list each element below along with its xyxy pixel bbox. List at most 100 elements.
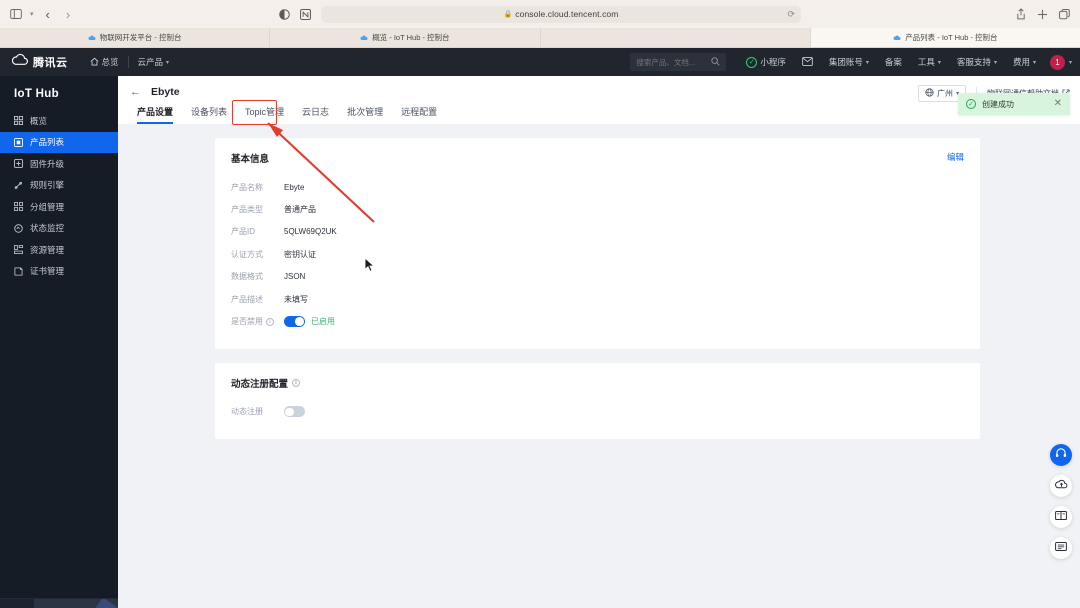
notion-extension-icon[interactable]: [300, 8, 311, 20]
book-icon: [1055, 508, 1067, 526]
sidebar-toggle-icon[interactable]: [10, 9, 22, 19]
browser-tab[interactable]: 概览 - IoT Hub - 控制台: [270, 28, 541, 47]
info-row-auth-type: 认证方式 密钥认证: [231, 243, 964, 265]
lock-icon: 🔒: [503, 11, 513, 18]
avatar[interactable]: 1: [1049, 54, 1065, 70]
info-label: 产品ID: [231, 227, 255, 237]
dynamic-register-title: 动态注册配置 i: [231, 376, 964, 390]
forward-arrow-icon[interactable]: ›: [62, 7, 74, 22]
billing-menu[interactable]: 费用 ▾: [1005, 56, 1044, 68]
url-text: console.cloud.tencent.com: [515, 9, 619, 19]
region-label: 广州: [936, 89, 953, 98]
browser-tab-title: 物联网开发平台 - 控制台: [99, 33, 182, 42]
floating-action-buttons: [1050, 444, 1072, 559]
rule-engine-icon: [14, 181, 23, 190]
tab-product-settings[interactable]: 产品设置: [128, 105, 182, 124]
tab-topic-management[interactable]: Topic管理: [236, 105, 293, 124]
tab-device-list[interactable]: 设备列表: [182, 105, 236, 124]
sidebar-item-resource-management[interactable]: 资源管理: [0, 239, 118, 261]
global-search[interactable]: [630, 53, 727, 71]
info-icon[interactable]: i: [292, 378, 301, 387]
back-icon[interactable]: ←: [130, 86, 141, 98]
sidebar-item-product-list[interactable]: 产品列表: [0, 131, 118, 153]
group-account-menu[interactable]: 集团账号 ▾: [821, 56, 877, 68]
info-label: 产品类型: [231, 205, 263, 215]
share-icon[interactable]: [1016, 8, 1026, 20]
disable-toggle[interactable]: [284, 316, 305, 328]
sidebar-item-label: 规则引擎: [30, 180, 65, 191]
browser-tab-title: 概览 - IoT Hub - 控制台: [372, 33, 450, 42]
tab-label: Topic管理: [245, 107, 285, 117]
sidebar-item-label: 证书管理: [30, 266, 65, 277]
sidebar-item-firmware-upgrade[interactable]: 固件升级: [0, 153, 118, 175]
beian-link[interactable]: 备案: [877, 56, 910, 68]
sidebar-item-overview[interactable]: 概览: [0, 110, 118, 132]
group-management-icon: [14, 202, 23, 212]
chevron-down-icon[interactable]: ▾: [1069, 59, 1072, 66]
tab-batch-management[interactable]: 批次管理: [338, 105, 392, 124]
info-value: 5QLW69Q2UK: [284, 227, 337, 237]
feedback-upload-button[interactable]: [1050, 475, 1072, 497]
task-list-button[interactable]: [1050, 537, 1072, 559]
mail-icon: [802, 56, 813, 68]
tools-menu[interactable]: 工具 ▾: [910, 56, 949, 68]
support-chat-button[interactable]: [1050, 444, 1072, 466]
browser-tab[interactable]: 物联网开发平台 - 控制台: [0, 28, 271, 47]
sidebar-item-label: 固件升级: [30, 158, 65, 169]
sidebar-item-status-monitor[interactable]: 状态监控: [0, 218, 118, 240]
sidebar-menu: 概览 产品列表 固件升级 规则引擎 分组管理 状态监控 资源管理 证书管理: [0, 110, 118, 282]
miniprogram-link[interactable]: ✓ 小程序: [738, 56, 794, 68]
browser-window: ▾ ‹ › 🔒 console.cloud.tencent.com ⟳ 物联网开…: [0, 0, 1080, 608]
address-bar[interactable]: 🔒 console.cloud.tencent.com ⟳: [321, 5, 801, 23]
group-account-label: 集团账号: [828, 57, 863, 67]
mail-button[interactable]: [794, 56, 821, 68]
info-label: 产品描述: [231, 294, 263, 304]
browser-toolbar: ▾ ‹ › 🔒 console.cloud.tencent.com ⟳: [0, 0, 1080, 28]
main-content: ← Ebyte 产品设置 设备列表 Topic管理 云日志 批次管理 远程配置 …: [118, 76, 1080, 608]
back-arrow-icon[interactable]: ‹: [42, 7, 54, 22]
browser-tab-title: 产品列表 - IoT Hub - 控制台: [905, 33, 998, 42]
rate-product-button[interactable]: 给产品打个分: [34, 599, 118, 608]
info-value: JSON: [284, 272, 306, 282]
header-divider: [127, 56, 129, 68]
info-row-product-id: 产品ID 5QLW69Q2UK: [231, 221, 964, 243]
miniprogram-icon: ✓: [746, 56, 758, 68]
browser-tab[interactable]: [540, 28, 811, 47]
resource-management-icon: [14, 245, 23, 255]
info-value: 密钥认证: [284, 249, 316, 259]
cloud-products-menu[interactable]: 云产品 ▾: [138, 56, 170, 68]
success-check-icon: ✓: [966, 99, 976, 109]
reload-icon[interactable]: ⟳: [787, 9, 795, 20]
tab-label: 云日志: [302, 107, 330, 117]
tab-label: 远程配置: [401, 107, 438, 117]
browser-tab-active[interactable]: 产品列表 - IoT Hub - 控制台: [810, 28, 1080, 47]
tabs-overview-icon[interactable]: [1059, 8, 1070, 20]
reader-view-icon[interactable]: [279, 8, 290, 20]
sidebar-item-rule-engine[interactable]: 规则引擎: [0, 175, 118, 197]
toggle-knob: [295, 317, 304, 326]
sidebar-item-group-management[interactable]: 分组管理: [0, 196, 118, 218]
logo-text: 腾讯云: [33, 57, 68, 69]
search-icon[interactable]: [711, 56, 720, 68]
home-link[interactable]: 总览: [90, 56, 119, 68]
tab-remote-config[interactable]: 远程配置: [392, 105, 446, 124]
content-area: 基本信息 编辑 产品名称 Ebyte 产品类型 普通产品 产品ID 5QLW69…: [118, 124, 1080, 440]
documentation-button[interactable]: [1050, 506, 1072, 528]
tencent-cloud-logo[interactable]: 腾讯云: [11, 53, 68, 71]
sidebar-item-certificate-management[interactable]: 证书管理: [0, 261, 118, 283]
chevron-down-icon: ▾: [1032, 59, 1036, 66]
new-tab-icon[interactable]: [1037, 9, 1048, 20]
dynamic-register-toggle[interactable]: [284, 406, 305, 418]
sidebar-footer: 给产品打个分: [0, 598, 118, 608]
support-menu[interactable]: 客服支持 ▾: [949, 56, 1005, 68]
tab-cloud-log[interactable]: 云日志: [293, 105, 338, 124]
search-input[interactable]: [636, 57, 711, 67]
close-icon[interactable]: ✕: [1054, 99, 1062, 109]
info-icon[interactable]: i: [266, 317, 274, 326]
tab-label: 批次管理: [347, 107, 384, 117]
chevron-down-icon[interactable]: ▾: [30, 10, 34, 18]
cloud-favicon-icon: [893, 34, 901, 42]
cloud-logo-icon: [11, 53, 28, 71]
certificate-management-icon: [14, 267, 23, 276]
edit-button[interactable]: 编辑: [947, 151, 964, 163]
